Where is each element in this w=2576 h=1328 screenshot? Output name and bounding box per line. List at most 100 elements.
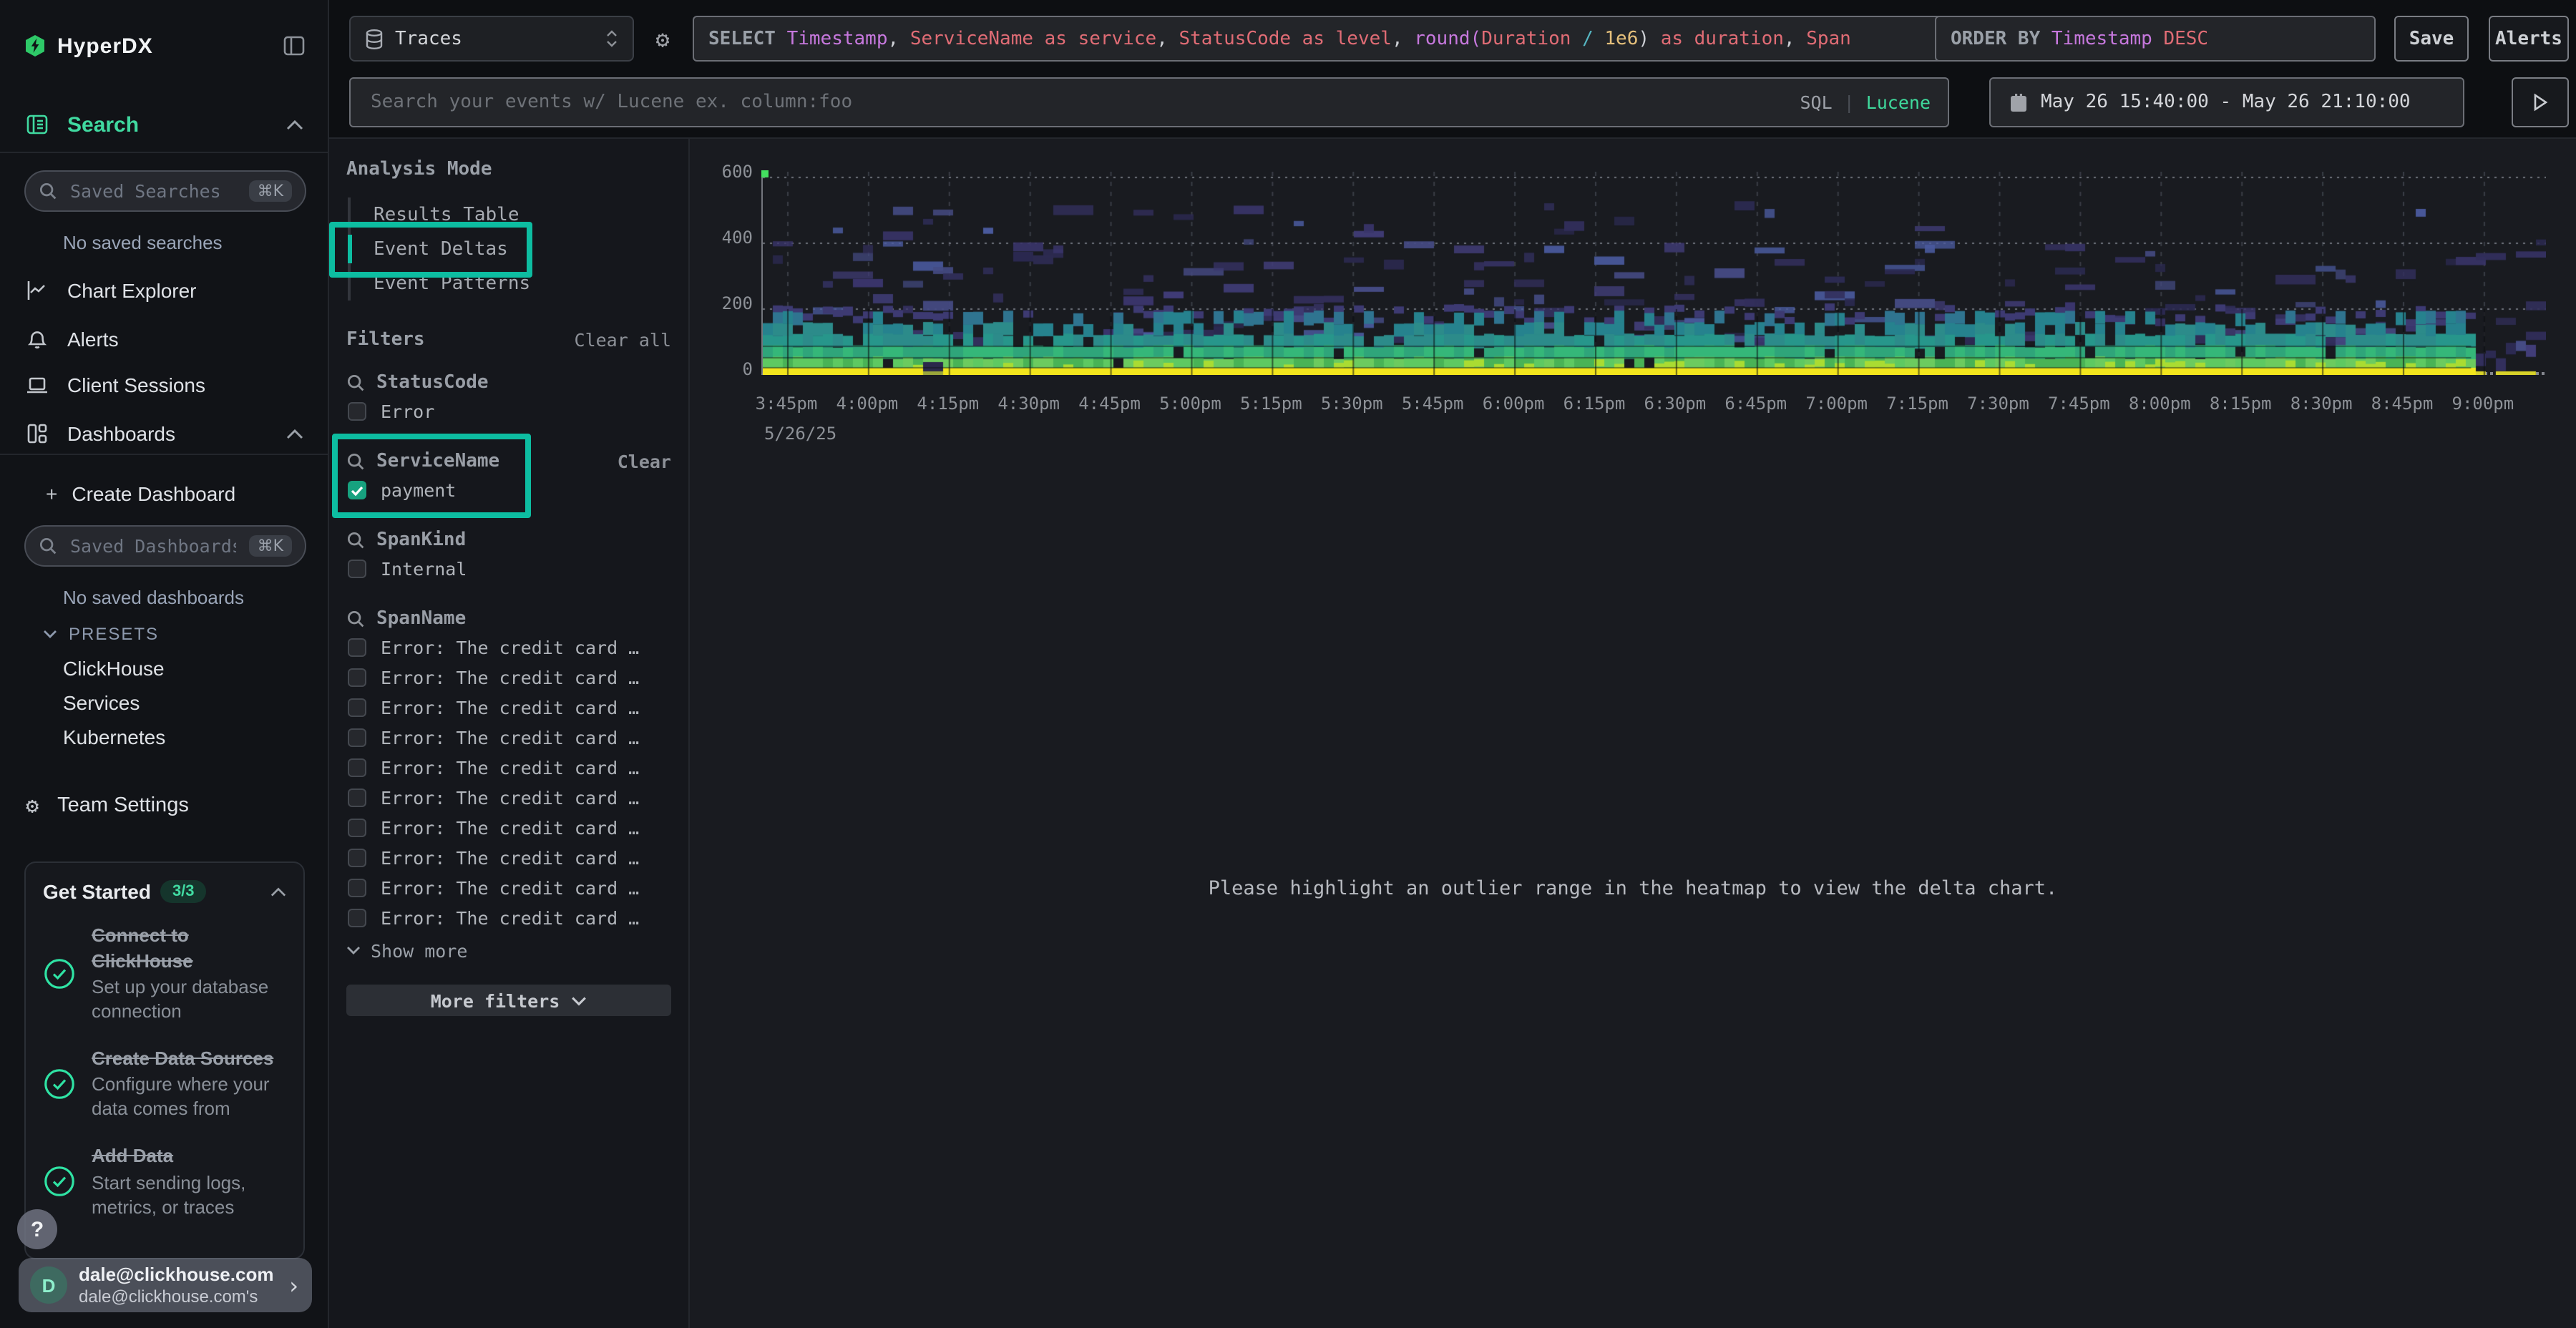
order-by-input[interactable]: ORDER BY Timestamp DESC — [1935, 16, 2376, 62]
filter-option-label: Error: The credit card … — [381, 667, 639, 688]
filter-option[interactable]: Error: The credit card … — [346, 723, 671, 753]
get-started-item[interactable]: Add Data Start sending logs, metrics, or… — [43, 1143, 286, 1220]
collapse-sidebar-icon[interactable] — [283, 36, 305, 56]
sidebar-item-alerts[interactable]: Alerts — [0, 318, 329, 361]
duration-heatmap[interactable] — [761, 172, 2545, 375]
get-started-header[interactable]: Get Started 3/3 — [43, 880, 286, 903]
x-axis-date-label: 5/26/25 — [764, 424, 836, 444]
x-axis-tick-label: 7:30pm — [1954, 394, 2043, 414]
no-saved-dashboards-text: No saved dashboards — [63, 587, 244, 608]
search-icon[interactable] — [346, 373, 365, 391]
source-select-value: Traces — [395, 28, 462, 49]
filter-group-label: SpanName — [376, 607, 671, 629]
filter-option[interactable]: payment — [346, 475, 671, 505]
saved-searches-input[interactable]: ⌘K — [24, 170, 306, 212]
filter-group-header: SpanKind — [346, 525, 671, 554]
x-axis-tick-label: 8:30pm — [2277, 394, 2366, 414]
checkbox[interactable] — [348, 879, 366, 897]
checkbox[interactable] — [348, 909, 366, 927]
saved-dashboards-input[interactable]: ⌘K — [24, 525, 306, 567]
checkbox[interactable] — [348, 819, 366, 837]
x-axis-tick-label: 6:30pm — [1631, 394, 1719, 414]
get-started-panel: Get Started 3/3 Connect to ClickHouse Se… — [24, 861, 305, 1259]
sql-token: DESC — [2163, 28, 2208, 49]
alerts-button[interactable]: Alerts — [2489, 16, 2569, 62]
analysis-mode-results-table[interactable]: Results Table — [351, 197, 671, 232]
filter-option[interactable]: Error: The credit card … — [346, 903, 671, 933]
empty-state-message: Please highlight an outlier range in the… — [690, 877, 2576, 900]
checkbox[interactable] — [348, 758, 366, 777]
checkbox[interactable] — [348, 849, 366, 867]
filter-option[interactable]: Internal — [346, 554, 671, 584]
date-range-picker[interactable]: May 26 15:40:00 - May 26 21:10:00 — [1989, 77, 2464, 127]
source-settings-gear-icon[interactable]: ⚙ — [647, 23, 678, 54]
heatmap-canvas[interactable] — [763, 172, 2546, 375]
clear-filter-button[interactable]: Clear — [618, 450, 671, 472]
x-axis-tick-label: 5:45pm — [1388, 394, 1477, 414]
filter-group-header: StatusCode — [346, 368, 671, 396]
checkbox[interactable] — [348, 788, 366, 807]
chart-line-icon — [26, 279, 49, 302]
run-query-button[interactable] — [2512, 77, 2569, 127]
saved-searches-field[interactable] — [67, 179, 239, 203]
save-button[interactable]: Save — [2394, 16, 2469, 62]
checkbox[interactable] — [348, 698, 366, 717]
calendar-icon — [2009, 92, 2028, 112]
checkbox[interactable] — [348, 402, 366, 421]
filter-option-label: payment — [381, 479, 456, 501]
sql-mode-button[interactable]: SQL — [1800, 92, 1832, 113]
sidebar-item-dashboards[interactable]: Dashboards — [0, 412, 329, 455]
filter-option[interactable]: Error: The credit card … — [346, 663, 671, 693]
more-filters-button[interactable]: More filters — [346, 985, 671, 1016]
checkbox[interactable] — [348, 560, 366, 578]
avatar: D — [30, 1266, 67, 1304]
source-select[interactable]: Traces — [349, 16, 634, 62]
sql-token: Span — [1806, 28, 1851, 49]
chevron-up-icon — [286, 119, 303, 130]
help-button[interactable]: ? — [17, 1209, 57, 1249]
chevron-down-icon — [43, 630, 57, 638]
hyperdx-logo-icon — [24, 34, 46, 57]
preset-dashboard-item[interactable]: ClickHouse — [0, 651, 329, 685]
preset-dashboard-item[interactable]: Services — [0, 685, 329, 720]
filter-option[interactable]: Error: The credit card … — [346, 843, 671, 873]
search-icon[interactable] — [346, 530, 365, 549]
show-more-button[interactable]: Show more — [346, 936, 671, 965]
get-started-item[interactable]: Connect to ClickHouse Set up your databa… — [43, 923, 286, 1025]
sidebar-item-client-sessions[interactable]: Client Sessions — [0, 363, 329, 406]
checkbox[interactable] — [348, 668, 366, 687]
sidebar-item-team-settings[interactable]: ⚙ Team Settings — [0, 784, 329, 827]
checkbox-checked[interactable] — [348, 481, 366, 499]
sidebar-item-chart-explorer[interactable]: Chart Explorer — [0, 269, 329, 312]
chevron-right-icon: › — [287, 1271, 301, 1299]
clear-all-button[interactable]: Clear all — [575, 329, 671, 351]
create-dashboard-button[interactable]: + Create Dashboard — [0, 472, 329, 515]
get-started-item[interactable]: Create Data Sources Configure where your… — [43, 1046, 286, 1123]
sidebar-item-search[interactable]: Search — [0, 103, 329, 146]
filter-option[interactable]: Error: The credit card … — [346, 873, 671, 903]
filter-option[interactable]: Error: The credit card … — [346, 783, 671, 813]
lucene-mode-button[interactable]: Lucene — [1866, 92, 1931, 113]
sql-token: ) — [1638, 28, 1649, 49]
mode-divider: | — [1844, 92, 1855, 113]
get-started-title: Get Started — [43, 880, 151, 903]
filter-option[interactable]: Error — [346, 396, 671, 426]
filter-option[interactable]: Error: The credit card … — [346, 693, 671, 723]
sql-token: , — [888, 28, 910, 49]
sql-token: , — [1156, 28, 1179, 49]
filter-option[interactable]: Error: The credit card … — [346, 633, 671, 663]
presets-toggle[interactable]: PRESETS — [0, 617, 329, 651]
filter-option[interactable]: Error: The credit card … — [346, 753, 671, 783]
preset-dashboard-item[interactable]: Kubernetes — [0, 720, 329, 754]
filter-option[interactable]: Error: The credit card … — [346, 813, 671, 843]
user-menu[interactable]: D dale@clickhouse.com dale@clickhouse.co… — [19, 1258, 312, 1312]
search-input[interactable] — [368, 90, 1800, 114]
saved-dashboards-field[interactable] — [67, 534, 239, 558]
analysis-mode-event-patterns[interactable]: Event Patterns — [351, 266, 671, 301]
search-icon[interactable] — [346, 609, 365, 628]
checkbox[interactable] — [348, 638, 366, 657]
checkbox[interactable] — [348, 728, 366, 747]
filter-group-statuscode: StatusCode Error — [346, 368, 671, 426]
analysis-mode-event-deltas[interactable]: Event Deltas — [351, 232, 671, 266]
search-icon[interactable] — [346, 451, 365, 470]
